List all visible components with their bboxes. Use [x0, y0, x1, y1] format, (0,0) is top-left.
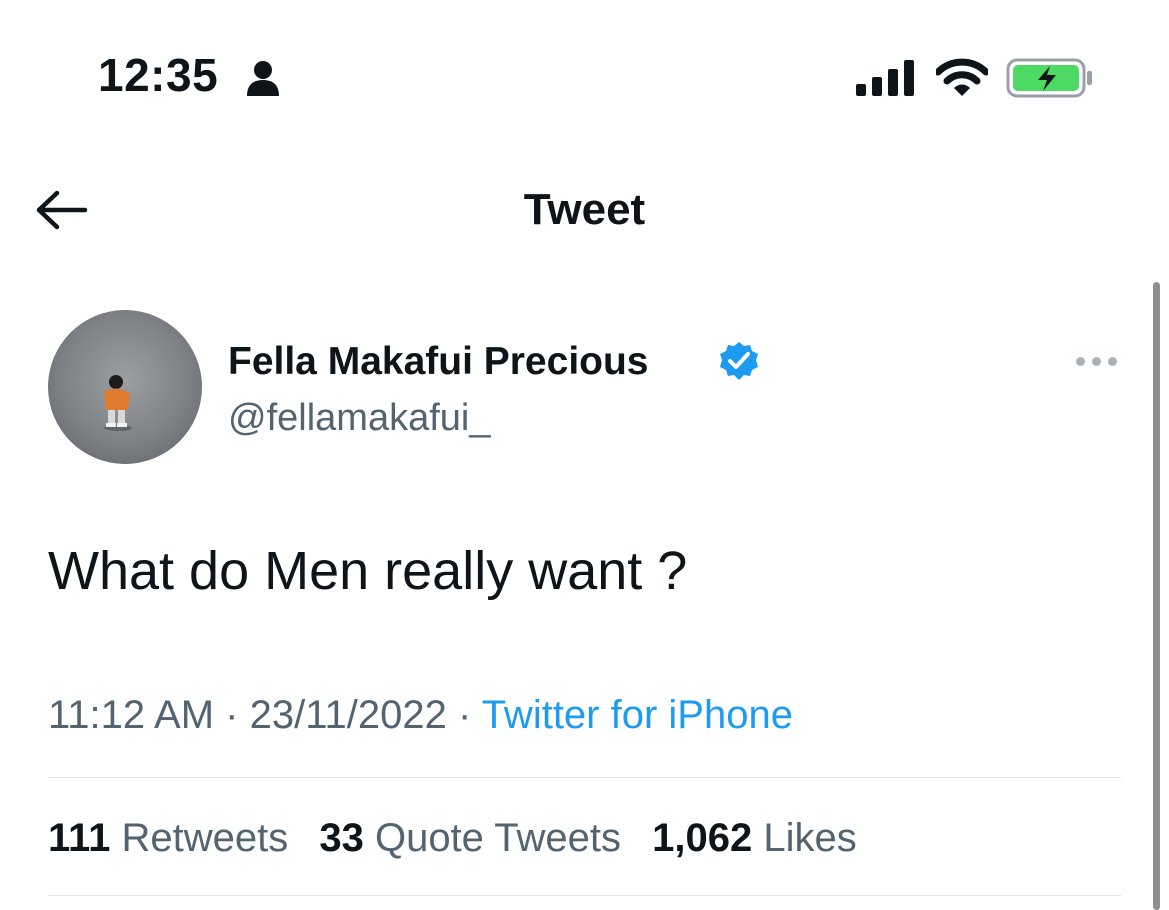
tweet-meta: 11:12 AM · 23/11/2022 · Twitter for iPho…	[48, 690, 793, 740]
retweets-label: Retweets	[121, 816, 289, 860]
tweet-date: 23/11/2022	[249, 693, 447, 737]
likes-stat[interactable]: 1,062 Likes	[652, 812, 857, 864]
battery-charging-icon	[1006, 58, 1094, 103]
wifi-icon	[934, 58, 990, 103]
meta-separator: ·	[225, 693, 239, 737]
scrollbar[interactable]	[1153, 282, 1160, 910]
tweet-time: 11:12 AM	[48, 693, 215, 737]
more-horizontal-icon	[1075, 356, 1117, 366]
likes-label: Likes	[763, 816, 857, 860]
divider	[48, 777, 1121, 778]
arrow-left-icon	[36, 190, 88, 230]
signal-icon	[856, 60, 914, 101]
verified-badge-icon	[718, 340, 760, 387]
tweet-source-link[interactable]: Twitter for iPhone	[482, 693, 793, 737]
avatar[interactable]	[48, 310, 202, 464]
quote-tweets-label: Quote Tweets	[374, 816, 622, 860]
page-title-container: Tweet	[0, 184, 1169, 236]
quote-tweets-stat[interactable]: 33 Quote Tweets	[319, 812, 621, 864]
back-button[interactable]	[30, 184, 94, 236]
author-name[interactable]: Fella Makafui Precious	[228, 336, 649, 388]
status-time: 12:35	[98, 49, 219, 101]
retweets-count: 111	[48, 816, 111, 860]
likes-count: 1,062	[652, 816, 753, 860]
meta-separator: ·	[457, 693, 472, 737]
tweet-text: What do Men really want ?	[48, 541, 688, 601]
quote-tweets-count: 33	[319, 816, 364, 860]
tweet-stats: 111 Retweets 33 Quote Tweets 1,062 Likes	[48, 812, 877, 864]
page-title: Tweet	[523, 185, 646, 234]
person-icon	[246, 60, 280, 101]
retweets-stat[interactable]: 111 Retweets	[48, 812, 288, 864]
more-options-button[interactable]	[1066, 346, 1126, 376]
author-handle[interactable]: @fellamakafui_	[228, 392, 490, 444]
divider	[48, 895, 1121, 896]
